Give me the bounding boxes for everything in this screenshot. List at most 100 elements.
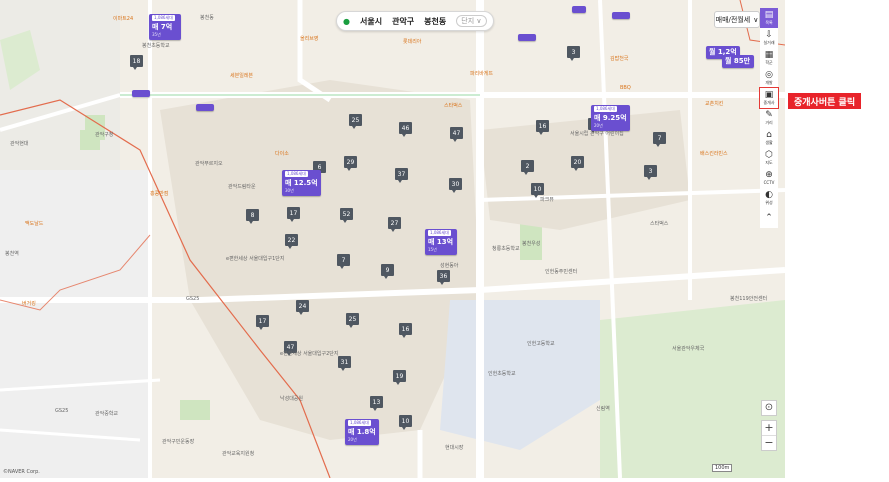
price-tag-price: 매 13억 [428, 238, 454, 246]
transaction-type-select[interactable]: 매매/전월세 ∨ [714, 11, 760, 28]
map-canvas[interactable]: 18 25 46 47 2 6 29 37 30 16 20 10 8 17 5… [0, 0, 785, 478]
poi-label: 맥도날드 [25, 221, 44, 227]
price-tag[interactable]: 1,086세대 매 12.5억 30년 [282, 170, 321, 196]
zoom-in-button[interactable]: + [762, 421, 776, 435]
building-marker[interactable]: 3 [567, 46, 580, 61]
building-marker[interactable]: 17 [287, 207, 300, 222]
toolbar-list-button[interactable]: ▤ 목록 [760, 8, 778, 28]
place-label: 봉천동 [200, 15, 214, 21]
building-marker[interactable]: 36 [437, 270, 450, 285]
building-marker[interactable]: 10 [531, 183, 544, 198]
toolbar-school-button[interactable]: ▦ 학군 [760, 48, 778, 68]
price-tag-age: 15년 [428, 247, 437, 252]
toolbar-label: 학군 [765, 59, 773, 65]
price-tag[interactable]: 1,086세대 매 1.8억 20년 [345, 419, 379, 445]
place-label: 봉천초등학교 [142, 43, 170, 49]
mini-price-tag[interactable] [572, 6, 586, 13]
building-marker[interactable]: 9 [381, 264, 394, 279]
toolbar-distance-button[interactable]: ✎ 거리 [760, 108, 778, 128]
building-marker[interactable]: 18 [130, 55, 143, 70]
agent-button-callout: 중개사버튼 클릭 [788, 93, 862, 109]
place-label: 관악드림타운 [228, 184, 256, 190]
building-marker[interactable]: 20 [571, 156, 584, 171]
price-tag-households: 1,086세대 [428, 230, 451, 236]
building-marker[interactable]: 30 [449, 178, 462, 193]
zoom-out-button[interactable]: − [762, 435, 776, 450]
building-marker[interactable]: 13 [370, 396, 383, 411]
place-label: 봉천우성 [522, 241, 541, 247]
place-label: 봉천역 [5, 251, 19, 257]
building-marker[interactable]: 16 [536, 120, 549, 135]
place-label: 봉천119안전센터 [730, 296, 768, 302]
place-label: GS25 [55, 408, 69, 414]
toolbar-label: 생활 [765, 139, 773, 145]
toolbar-deals-button[interactable]: ⇩ 실거래 [760, 28, 778, 48]
location-bar[interactable]: ● 서울시 관악구 봉천동 단지 ∨ [336, 11, 494, 31]
toolbar-map-button[interactable]: ⬡ 지도 [760, 148, 778, 168]
price-tag[interactable]: 1,086세대 매 7억 35년 [149, 14, 181, 40]
building-marker[interactable]: 2 [521, 160, 534, 175]
poi-label: 이마트24 [113, 16, 134, 22]
building-marker[interactable]: 16 [399, 323, 412, 338]
building-marker[interactable]: 46 [399, 122, 412, 137]
building-marker[interactable]: 10 [399, 415, 412, 430]
mini-price-tag[interactable] [196, 104, 214, 111]
agent-icon: ▣ [764, 89, 774, 100]
building-marker[interactable]: 52 [340, 208, 353, 223]
place-label: 인헌동주민센터 [545, 269, 578, 275]
place-label: 관악푸르지오 [195, 161, 223, 167]
price-tag-age: 35년 [152, 32, 161, 37]
building-marker[interactable]: 31 [338, 356, 351, 371]
building-marker[interactable]: 47 [450, 127, 463, 142]
building-marker[interactable]: 25 [349, 114, 362, 129]
poi-label: 롯데리아 [403, 39, 422, 45]
toolbar-satellite-button[interactable]: ◐ 위성 [760, 188, 778, 208]
mini-price-tag[interactable] [132, 90, 150, 97]
toolbar-development-button[interactable]: ◎ 개발 [760, 68, 778, 88]
location-pin-icon: ● [343, 16, 350, 26]
complex-dropdown-label: 단지 [461, 17, 475, 25]
mini-price-tag[interactable] [518, 34, 536, 41]
price-tag[interactable]: 1,086세대 매 13억 15년 [425, 229, 457, 255]
building-marker[interactable]: 24 [296, 300, 309, 315]
price-tag[interactable]: 월 85만 [722, 55, 754, 68]
place-label: 현대시장 [445, 445, 464, 451]
district-selector[interactable]: 관악구 [392, 16, 414, 27]
building-marker[interactable]: 17 [256, 315, 269, 330]
building-marker[interactable]: 7 [653, 132, 666, 147]
toolbar-cctv-button[interactable]: ⊕ CCTV [760, 168, 778, 188]
price-tag-price: 매 12.5억 [285, 179, 318, 187]
poi-label: 김밥천국 [610, 56, 629, 62]
building-marker[interactable]: 7 [337, 254, 350, 269]
map-toolbar: ▤ 목록 ⇩ 실거래 ▦ 학군 ◎ 개발 ▣ 중개사 ✎ 거리 ⌂ 생활 ⬡ 지도 ⊕ CCTV … [759, 8, 779, 228]
mini-price-tag[interactable] [612, 12, 630, 19]
place-label: 인헌고등학교 [527, 341, 555, 347]
target-icon: ⊙ [764, 402, 774, 413]
building-marker[interactable]: 29 [344, 156, 357, 171]
price-tag[interactable]: 1,086세대 매 9.25억 20년 [591, 105, 630, 131]
locate-button[interactable]: ⊙ [761, 400, 777, 416]
building-marker[interactable]: 27 [388, 217, 401, 232]
map-scale: 100m [712, 464, 733, 472]
poi-label: BBQ [620, 85, 631, 91]
place-label: 관악구민운동장 [162, 439, 195, 445]
toolbar-agent-button[interactable]: ▣ 중개사 [759, 87, 779, 109]
school-icon: ▦ [764, 49, 774, 60]
dong-selector[interactable]: 봉천동 [424, 16, 446, 27]
chevron-up-icon: ⌃ [765, 212, 773, 223]
place-label: 인헌초등학교 [488, 371, 516, 377]
place-label: 관악현대 [10, 141, 29, 147]
building-marker[interactable]: 3 [644, 165, 657, 180]
building-marker[interactable]: 19 [393, 370, 406, 385]
building-marker[interactable]: 25 [346, 313, 359, 328]
building-marker[interactable]: 37 [395, 168, 408, 183]
city-selector[interactable]: 서울시 [360, 16, 382, 27]
transaction-type-label: 매매/전월세 [715, 15, 751, 24]
complex-dropdown[interactable]: 단지 ∨ [456, 15, 487, 27]
toolbar-collapse-button[interactable]: ⌃ [760, 208, 778, 228]
toolbar-life-button[interactable]: ⌂ 생활 [760, 128, 778, 148]
map-icon: ⬡ [765, 149, 773, 160]
building-marker[interactable]: 8 [246, 209, 259, 224]
building-marker[interactable]: 22 [285, 234, 298, 249]
price-tag-age: 20년 [348, 437, 357, 442]
